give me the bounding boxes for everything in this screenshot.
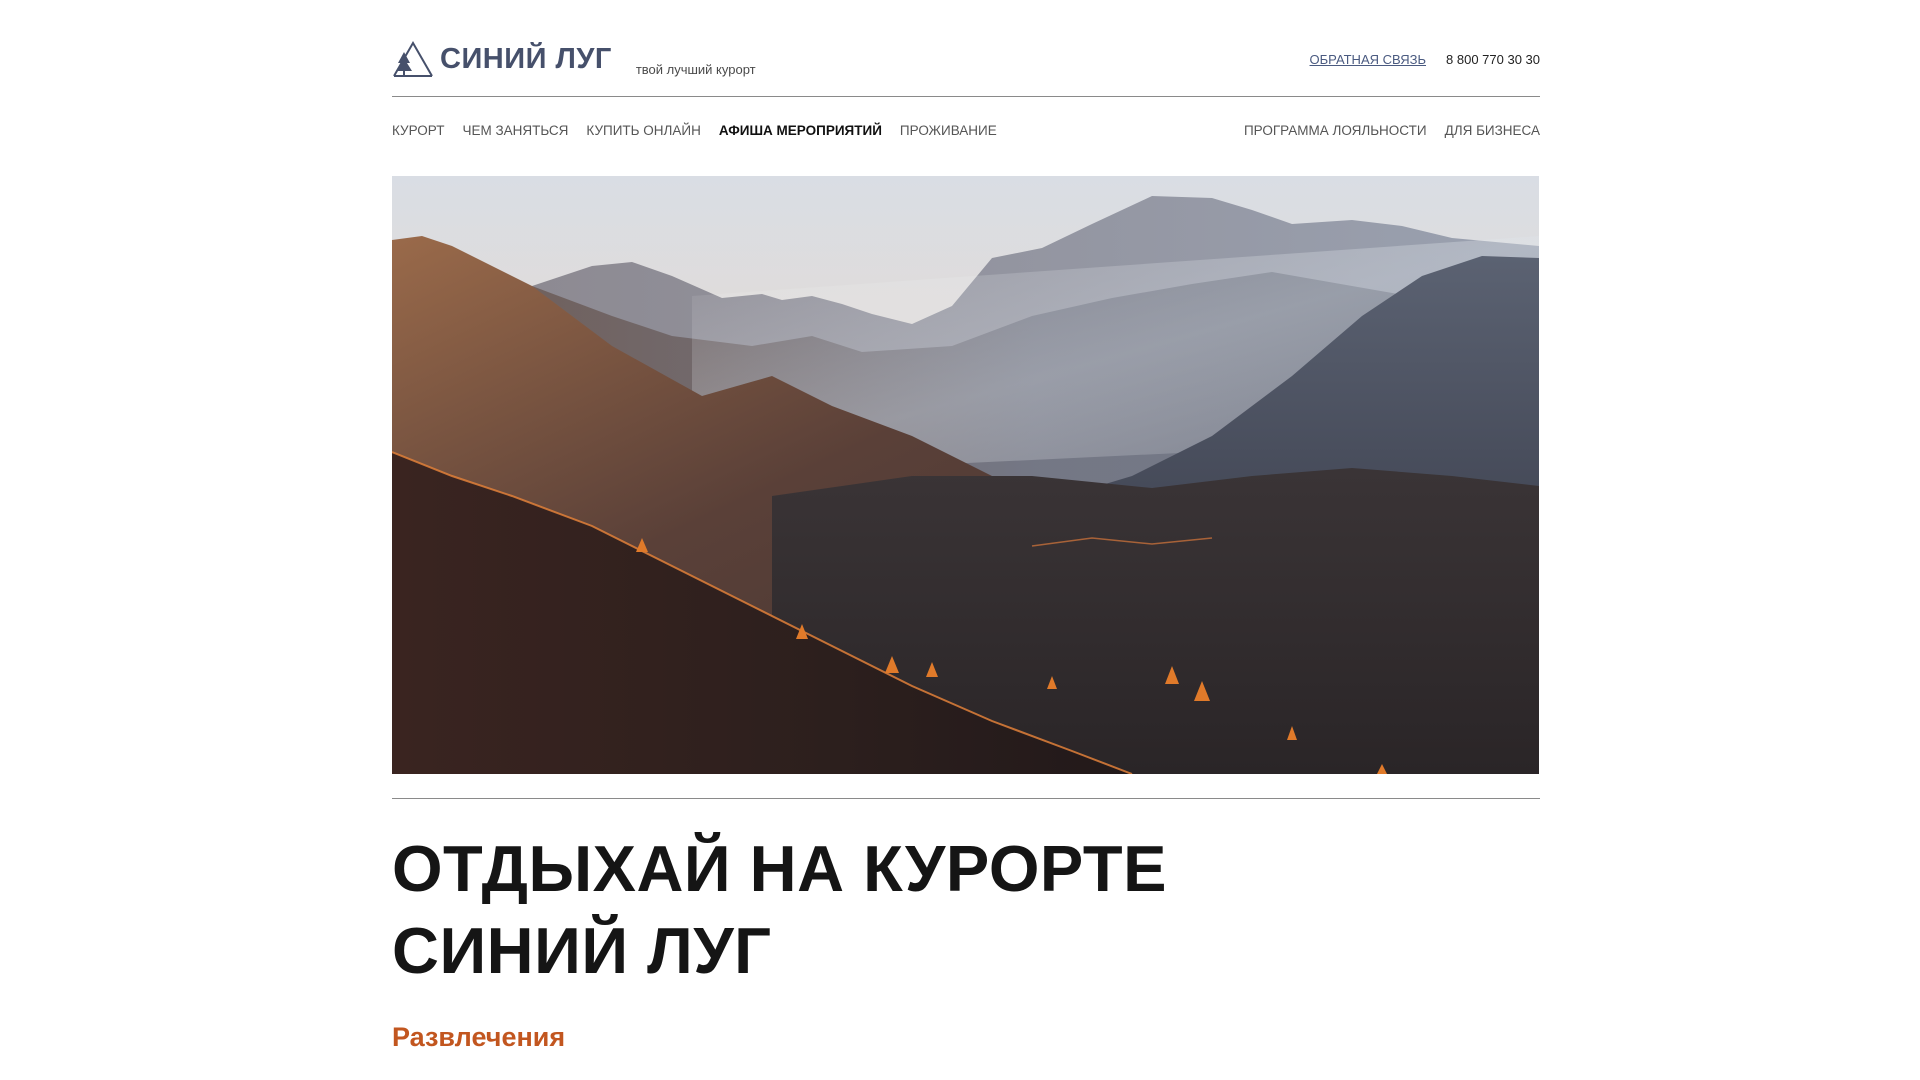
site-header: СИНИЙ ЛУГ твой лучший курорт ОБРАТНАЯ СВ… xyxy=(392,22,1540,97)
page-title-line-2: СИНИЙ ЛУГ xyxy=(392,914,772,987)
main-nav: КУРОРТ ЧЕМ ЗАНЯТЬСЯ КУПИТЬ ОНЛАЙН АФИША … xyxy=(392,118,1540,142)
nav-item-resort[interactable]: КУРОРТ xyxy=(392,123,444,138)
mountain-landscape-photo xyxy=(392,176,1539,774)
nav-right: ПРОГРАММА ЛОЯЛЬНОСТИ ДЛЯ БИЗНЕСА xyxy=(1244,123,1540,138)
nav-item-buy-online[interactable]: КУПИТЬ ОНЛАЙН xyxy=(586,123,700,138)
mountain-tree-icon xyxy=(392,39,434,79)
nav-item-events[interactable]: АФИША МЕРОПРИЯТИЙ xyxy=(719,123,882,138)
section-divider xyxy=(392,798,1540,799)
nav-item-activities[interactable]: ЧЕМ ЗАНЯТЬСЯ xyxy=(462,123,568,138)
section-title-entertainment: Развлечения xyxy=(392,1022,566,1052)
tagline: твой лучший курорт xyxy=(635,62,756,77)
header-contacts: ОБРАТНАЯ СВЯЗЬ 8 800 770 30 30 xyxy=(1310,52,1540,67)
page-title-line-1: ОТДЫХАЙ НА КУРОРТЕ xyxy=(392,832,1167,905)
nav-item-accommodation[interactable]: ПРОЖИВАНИЕ xyxy=(900,123,997,138)
feedback-link[interactable]: ОБРАТНАЯ СВЯЗЬ xyxy=(1310,52,1427,67)
nav-item-business[interactable]: ДЛЯ БИЗНЕСА xyxy=(1445,123,1540,138)
page: СИНИЙ ЛУГ твой лучший курорт ОБРАТНАЯ СВ… xyxy=(0,0,1920,1080)
nav-item-loyalty[interactable]: ПРОГРАММА ЛОЯЛЬНОСТИ xyxy=(1244,123,1427,138)
page-title: ОТДЫХАЙ НА КУРОРТЕ СИНИЙ ЛУГ xyxy=(392,828,1540,992)
brand: СИНИЙ ЛУГ твой лучший курорт xyxy=(392,39,756,79)
logo-text: СИНИЙ ЛУГ xyxy=(440,42,612,75)
phone-number: 8 800 770 30 30 xyxy=(1446,51,1540,67)
nav-left: КУРОРТ ЧЕМ ЗАНЯТЬСЯ КУПИТЬ ОНЛАЙН АФИША … xyxy=(392,123,997,138)
logo-link[interactable]: СИНИЙ ЛУГ xyxy=(392,39,612,79)
hero-image xyxy=(392,176,1539,774)
